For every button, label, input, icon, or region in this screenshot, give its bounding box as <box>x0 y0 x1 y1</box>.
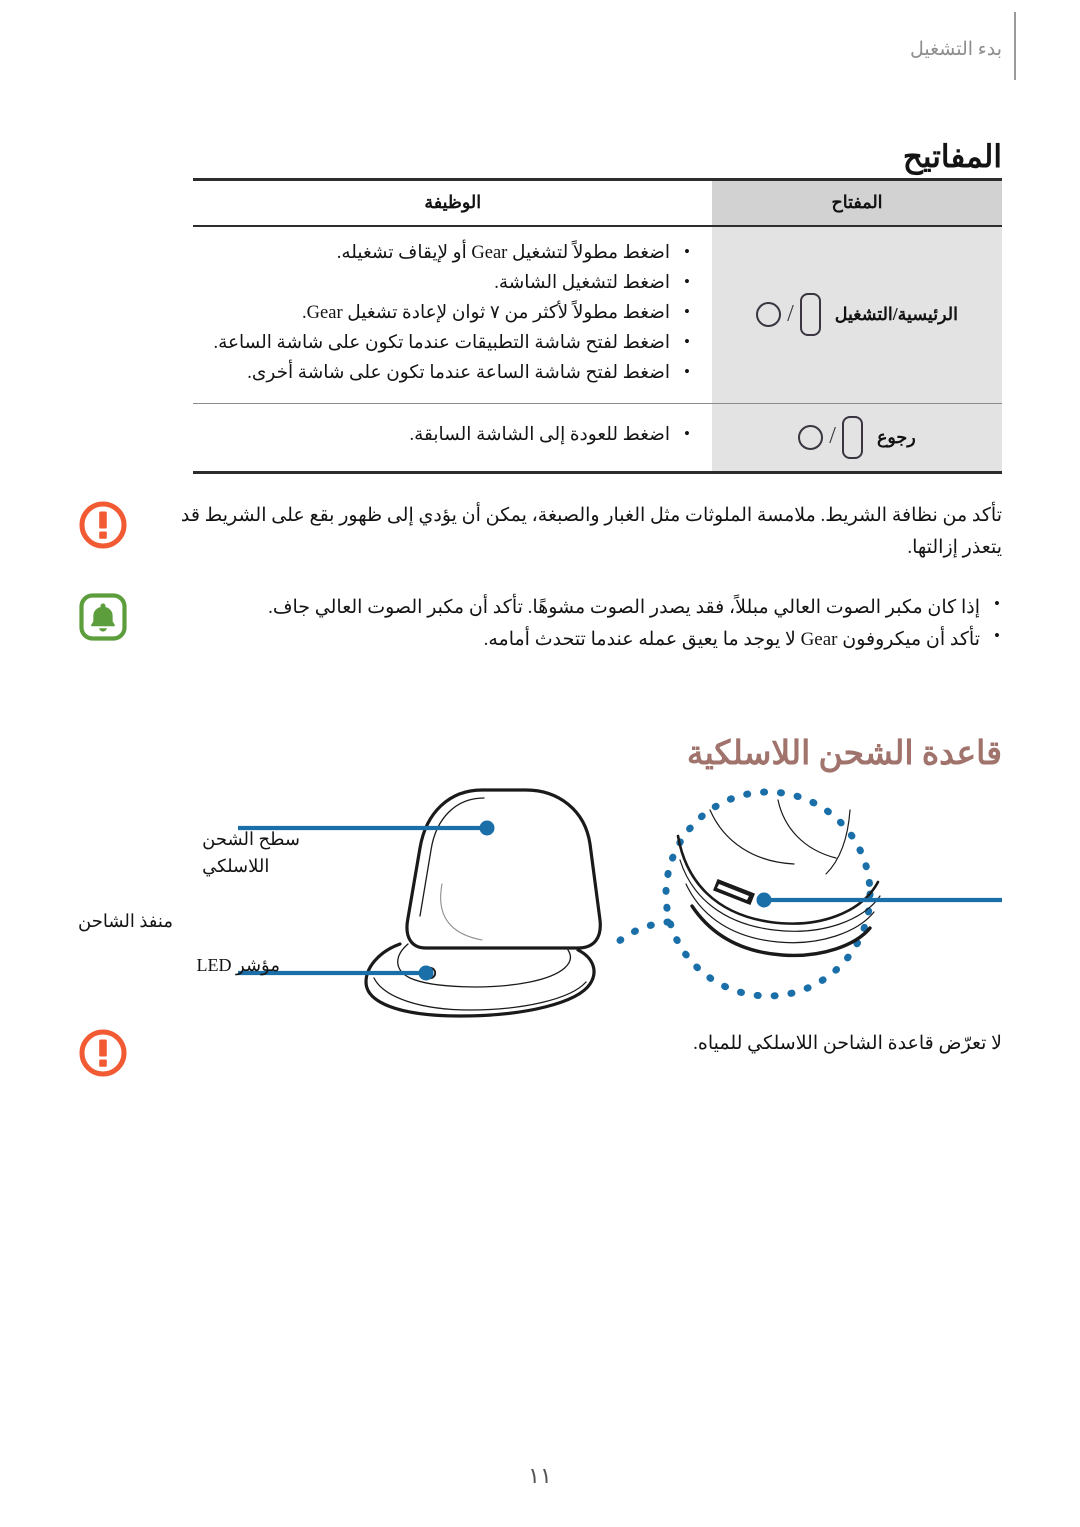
list-item: تأكد أن ميكروفون Gear لا يوجد ما يعيق عم… <box>150 622 1002 656</box>
wireless-charging-dock-diagram <box>78 772 1002 1022</box>
table-row: / الرئيسية/التشغيل اضغط مطولاً لتشغيل Ge… <box>193 226 1002 404</box>
rounded-button-icon <box>799 293 821 337</box>
caution-icon <box>78 1028 128 1078</box>
function-list-back: اضغط للعودة إلى الشاشة السابقة. <box>213 420 692 451</box>
column-header-key: المفتاح <box>712 178 1002 227</box>
label-charging-surface-line1: سطح الشحن <box>202 829 300 849</box>
note-caution-strap: تأكد من نظافة الشريط. ملامسة الملوثات مث… <box>78 500 1002 563</box>
note-info-audio-text: إذا كان مكبر الصوت العالي مبللاً، فقد يص… <box>150 590 1002 656</box>
list-item: اضغط للعودة إلى الشاشة السابقة. <box>213 420 692 451</box>
header-rule <box>1014 12 1016 80</box>
note-info-audio: إذا كان مكبر الصوت العالي مبللاً، فقد يص… <box>78 590 1002 656</box>
column-header-function: الوظيفة <box>193 178 712 227</box>
running-header-label: بدء التشغيل <box>910 39 1002 60</box>
circle-button-icon <box>798 424 824 450</box>
circle-button-icon <box>756 302 782 328</box>
caution-icon <box>78 500 128 550</box>
label-charging-surface: سطح الشحن اللاسلكي <box>202 826 300 880</box>
keys-table-body: / الرئيسية/التشغيل اضغط مطولاً لتشغيل Ge… <box>193 226 1002 474</box>
label-charging-surface-line2: اللاسلكي <box>202 856 270 876</box>
page-number: ١١ <box>528 1463 552 1488</box>
list-item: اضغط لفتح شاشة التطبيقات عندما تكون على … <box>213 328 692 359</box>
keys-table: المفتاح الوظيفة / الرئيسية/التشغيل • اضغ… <box>193 178 1002 474</box>
function-list-power: اضغط مطولاً لتشغيل Gear أو لإيقاف تشغيله… <box>213 238 692 389</box>
slash-separator-icon: / <box>787 300 794 327</box>
list-item: اضغط لفتح شاشة الساعة عندما تكون على شاش… <box>213 358 692 389</box>
label-charger-port: منفذ الشاحن <box>78 911 173 931</box>
label-led-indicator: مؤشر LED <box>196 955 280 975</box>
table-row: / رجوع اضغط للعودة إلى الشاشة السابقة. <box>193 403 1002 474</box>
callout-leader-lines <box>238 820 1002 981</box>
note-caution-strap-text: تأكد من نظافة الشريط. ملامسة الملوثات مث… <box>180 505 1002 558</box>
rounded-button-icon <box>841 415 863 459</box>
function-cell-power: اضغط مطولاً لتشغيل Gear أو لإيقاف تشغيله… <box>193 226 712 404</box>
key-icons-group: / <box>798 415 863 459</box>
key-cell-back: / رجوع <box>712 403 1002 474</box>
bell-icon <box>78 592 128 642</box>
function-cell-back: اضغط للعودة إلى الشاشة السابقة. <box>193 403 712 474</box>
list-item: اضغط لتشغيل الشاشة. <box>213 268 692 299</box>
slash-separator-icon: / <box>829 423 836 450</box>
running-header: بدء التشغيل <box>78 12 1016 80</box>
key-icons-group: / <box>756 293 821 337</box>
key-label-back: رجوع <box>876 426 916 447</box>
note-caution-water-text: لا تعرّض قاعدة الشاحن اللاسلكي للمياه. <box>693 1033 1002 1054</box>
section-title-wireless-charger: قاعدة الشحن اللاسلكية <box>686 736 1002 773</box>
manual-page: بدء التشغيل المفاتيح المفتاح الوظيفة / ا… <box>0 0 1080 1527</box>
note-caution-water: لا تعرّض قاعدة الشاحن اللاسلكي للمياه. <box>78 1028 1002 1078</box>
keys-table-head: المفتاح الوظيفة <box>193 178 1002 227</box>
page-title-keys: المفاتيح <box>902 138 1002 174</box>
table-header-row: المفتاح الوظيفة <box>193 178 1002 227</box>
key-cell-power: / الرئيسية/التشغيل <box>712 226 1002 404</box>
key-label-power: الرئيسية/التشغيل <box>834 304 958 325</box>
list-item: اضغط مطولاً لتشغيل Gear أو لإيقاف تشغيله… <box>213 238 692 269</box>
list-item: اضغط مطولاً لأكثر من ٧ ثوان لإعادة تشغيل… <box>213 298 692 329</box>
list-item: إذا كان مكبر الصوت العالي مبللاً، فقد يص… <box>150 590 1002 624</box>
